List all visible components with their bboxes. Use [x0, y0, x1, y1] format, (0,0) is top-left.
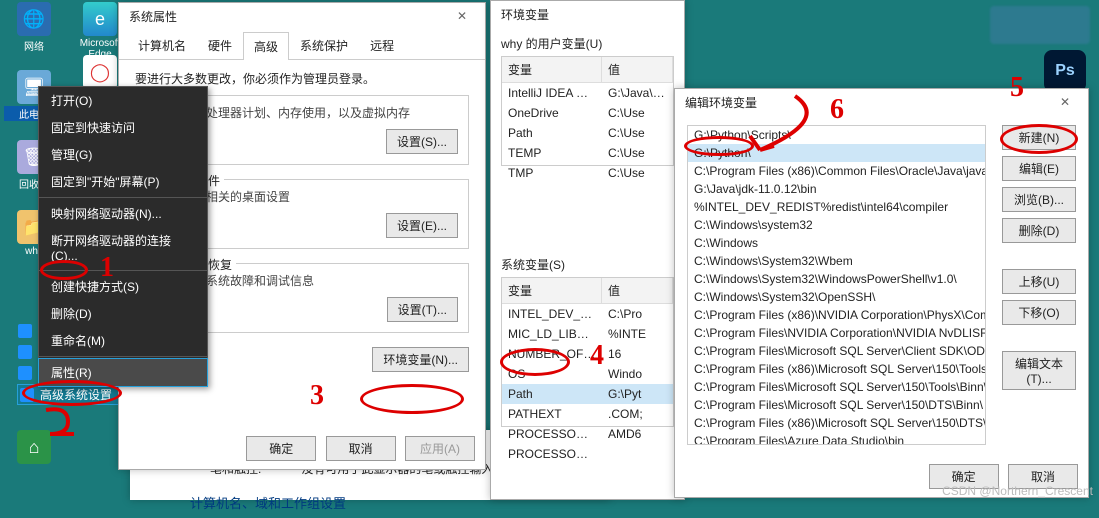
list-item[interactable]: C:\Program Files (x86)\Microsoft SQL Ser… — [688, 414, 985, 432]
ctx-open[interactable]: 打开(O) — [39, 87, 207, 114]
move-up-button[interactable]: 上移(U) — [1002, 269, 1076, 294]
edit-button[interactable]: 编辑(E) — [1002, 156, 1076, 181]
list-item[interactable]: C:\Program Files\NVIDIA Corporation\NVID… — [688, 324, 985, 342]
list-item[interactable]: C:\Program Files\Microsoft SQL Server\15… — [688, 378, 985, 396]
ctx-delete[interactable]: 删除(D) — [39, 300, 207, 327]
browse-button[interactable]: 浏览(B)... — [1002, 187, 1076, 212]
sysprops-ok-button[interactable]: 确定 — [246, 436, 316, 461]
list-item[interactable]: G:\Java\jdk-11.0.12\bin — [688, 180, 985, 198]
profile-settings-button[interactable]: 设置(E)... — [386, 213, 458, 238]
list-item[interactable]: C:\Program Files\Microsoft SQL Server\Cl… — [688, 342, 985, 360]
list-item[interactable]: G:\Python\Scripts\ — [688, 126, 985, 144]
icon-network[interactable]: 🌐网络 — [4, 2, 64, 53]
blurred-region — [990, 6, 1090, 44]
table-row[interactable]: PROCESSOR_ARCHITECTUREAMD6 — [502, 424, 673, 444]
path-entries-list[interactable]: G:\Python\Scripts\G:\Python\C:\Program F… — [687, 125, 986, 445]
perf-settings-button[interactable]: 设置(S)... — [386, 129, 458, 154]
tab-hardware[interactable]: 硬件 — [197, 31, 243, 59]
environment-variables-window: 环境变量 why 的用户变量(U) 变量值 IntelliJ IDEA Comm… — [490, 0, 685, 500]
table-row[interactable]: PROCESSOR_IDENTIFIER — [502, 444, 673, 464]
editenv-title: 编辑环境变量 — [685, 94, 757, 111]
sys-vars-label: 系统变量(S) — [501, 256, 674, 273]
delete-button[interactable]: 删除(D) — [1002, 218, 1076, 243]
list-item[interactable]: C:\Program Files (x86)\Common Files\Orac… — [688, 162, 985, 180]
envvars-titlebar[interactable]: 环境变量 — [491, 1, 684, 27]
tab-computer-name[interactable]: 计算机名 — [127, 31, 197, 59]
list-item[interactable]: C:\Program Files\Azure Data Studio\bin — [688, 432, 985, 445]
sysprops-title: 系统属性 — [129, 8, 177, 25]
list-item[interactable]: G:\Python\ — [688, 144, 985, 162]
list-item[interactable]: C:\Windows\System32\WindowsPowerShell\v1… — [688, 270, 985, 288]
ctx-disconnect-drive[interactable]: 断开网络驱动器的连接(C)... — [39, 227, 207, 268]
shield-icon — [20, 388, 34, 402]
table-row[interactable]: TMPC:\Use — [502, 163, 673, 183]
ctx-manage[interactable]: 管理(G) — [39, 141, 207, 168]
table-row[interactable]: INTEL_DEV_REDISTC:\Pro — [502, 304, 673, 324]
close-icon[interactable]: ✕ — [445, 9, 479, 23]
table-row[interactable]: OSWindo — [502, 364, 673, 384]
new-button[interactable]: 新建(N) — [1002, 125, 1076, 150]
icon-ps[interactable]: Ps — [1044, 50, 1099, 92]
tab-system-protect[interactable]: 系统保护 — [289, 31, 359, 59]
edit-env-var-window: 编辑环境变量 ✕ G:\Python\Scripts\G:\Python\C:\… — [674, 88, 1089, 498]
sysprops-apply-button[interactable]: 应用(A) — [405, 436, 475, 461]
ctx-pin-quick[interactable]: 固定到快速访问 — [39, 114, 207, 141]
shield-icon — [18, 345, 32, 359]
list-item[interactable]: C:\Windows\system32 — [688, 216, 985, 234]
ctx-properties[interactable]: 属性(R) — [39, 359, 207, 386]
sys-vars-table[interactable]: 变量值 INTEL_DEV_REDISTC:\ProMIC_LD_LIBRARY… — [501, 277, 674, 427]
user-vars-label: why 的用户变量(U) — [501, 35, 674, 52]
editenv-titlebar[interactable]: 编辑环境变量 ✕ — [675, 89, 1088, 115]
envvars-title: 环境变量 — [501, 6, 549, 23]
shield-icon — [18, 324, 32, 338]
list-item[interactable]: C:\Program Files\Microsoft SQL Server\15… — [688, 396, 985, 414]
table-row[interactable]: IntelliJ IDEA Community Ed...G:\Java\ide… — [502, 83, 673, 103]
table-row[interactable]: MIC_LD_LIBRARY_PATH%INTE — [502, 324, 673, 344]
ctx-map-drive[interactable]: 映射网络驱动器(N)... — [39, 200, 207, 227]
table-row[interactable]: PathC:\Use — [502, 123, 673, 143]
close-icon[interactable]: ✕ — [1048, 95, 1082, 109]
startup-settings-button[interactable]: 设置(T)... — [387, 297, 458, 322]
table-row[interactable]: TEMPC:\Use — [502, 143, 673, 163]
table-row[interactable]: NUMBER_OF_PROCESSORS16 — [502, 344, 673, 364]
tab-advanced[interactable]: 高级 — [243, 32, 289, 60]
move-down-button[interactable]: 下移(O) — [1002, 300, 1076, 325]
sysprops-cancel-button[interactable]: 取消 — [326, 436, 396, 461]
watermark: CSDN @Northern_Crescent — [942, 484, 1093, 498]
table-row[interactable]: PATHEXT.COM; — [502, 404, 673, 424]
list-item[interactable]: C:\Program Files (x86)\Microsoft SQL Ser… — [688, 360, 985, 378]
ctx-pin-start[interactable]: 固定到"开始"屏幕(P) — [39, 168, 207, 195]
list-item[interactable]: %INTEL_DEV_REDIST%redist\intel64\compile… — [688, 198, 985, 216]
table-row[interactable]: PathG:\Pyt — [502, 384, 673, 404]
environment-variables-button[interactable]: 环境变量(N)... — [372, 347, 469, 372]
user-vars-table[interactable]: 变量值 IntelliJ IDEA Community Ed...G:\Java… — [501, 56, 674, 166]
link-advanced-system-settings[interactable]: 高级系统设置 — [18, 385, 128, 404]
list-item[interactable]: C:\Windows — [688, 234, 985, 252]
edit-text-button[interactable]: 编辑文本(T)... — [1002, 351, 1076, 390]
admin-note: 要进行大多数更改，你必须作为管理员登录。 — [135, 70, 469, 87]
icon-green[interactable]: ⌂ — [4, 430, 64, 466]
ctx-shortcut[interactable]: 创建快捷方式(S) — [39, 273, 207, 300]
context-menu: 打开(O) 固定到快速访问 管理(G) 固定到"开始"屏幕(P) 映射网络驱动器… — [38, 86, 208, 387]
list-item[interactable]: C:\Windows\System32\Wbem — [688, 252, 985, 270]
sysprops-titlebar[interactable]: 系统属性 ✕ — [119, 3, 485, 29]
list-item[interactable]: C:\Program Files (x86)\NVIDIA Corporatio… — [688, 306, 985, 324]
shield-icon — [18, 366, 32, 380]
ctx-rename[interactable]: 重命名(M) — [39, 327, 207, 354]
table-row[interactable]: OneDriveC:\Use — [502, 103, 673, 123]
tab-remote[interactable]: 远程 — [359, 31, 405, 59]
sysprops-tabs: 计算机名 硬件 高级 系统保护 远程 — [119, 31, 485, 60]
list-item[interactable]: C:\Windows\System32\OpenSSH\ — [688, 288, 985, 306]
